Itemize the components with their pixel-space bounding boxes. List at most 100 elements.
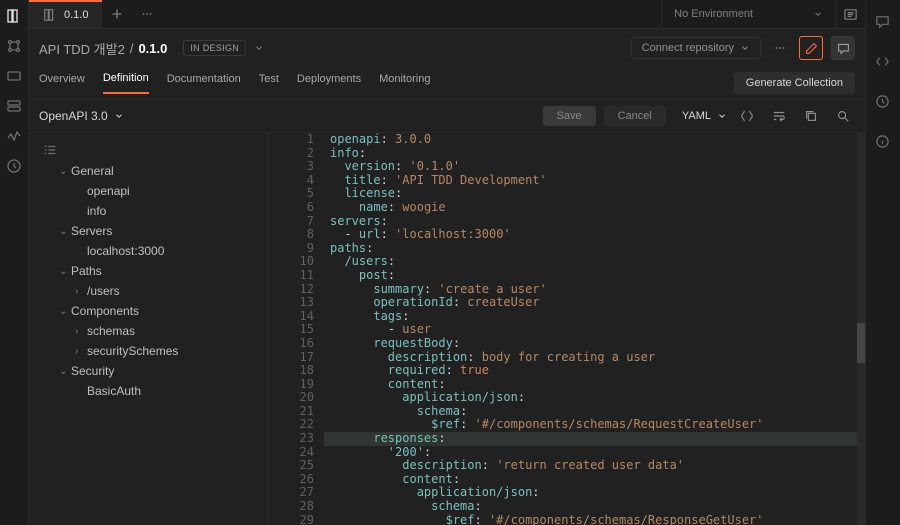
- outline-item[interactable]: ›schemas: [29, 321, 268, 341]
- outline-item[interactable]: ›/users: [29, 281, 268, 301]
- code-line[interactable]: operationId: createUser: [324, 296, 857, 310]
- outline-item[interactable]: BasicAuth: [29, 381, 268, 401]
- code-line[interactable]: required: true: [324, 364, 857, 378]
- code-line[interactable]: content:: [324, 378, 857, 392]
- search-icon[interactable]: [831, 109, 855, 123]
- code-line[interactable]: title: 'API TDD Development': [324, 174, 857, 188]
- tab-documentation[interactable]: Documentation: [167, 73, 241, 93]
- tab-deployments[interactable]: Deployments: [297, 73, 361, 93]
- chevron-down-icon: [717, 111, 727, 121]
- chevron-down-icon: [813, 9, 823, 19]
- main: 0.1.0 No Environment API TDD 개발2 / 0.1.0…: [29, 0, 865, 525]
- history-icon[interactable]: [6, 158, 22, 174]
- outline-toggle-icon[interactable]: [29, 139, 268, 161]
- outline-item[interactable]: localhost:3000: [29, 241, 268, 261]
- code-line[interactable]: $ref: '#/components/schemas/ResponseGetU…: [324, 514, 857, 525]
- code-panel-icon[interactable]: [875, 54, 891, 70]
- code-line[interactable]: application/json:: [324, 486, 857, 500]
- environment-select[interactable]: No Environment: [661, 0, 835, 28]
- code-editor[interactable]: 1234567891011121314151617181920212223242…: [269, 133, 865, 525]
- cancel-button[interactable]: Cancel: [604, 106, 666, 126]
- outline-item[interactable]: ⌄Components: [29, 301, 268, 321]
- beautify-icon[interactable]: [735, 109, 759, 123]
- scrollbar[interactable]: [857, 133, 865, 525]
- code-line[interactable]: requestBody:: [324, 337, 857, 351]
- code-line[interactable]: openapi: 3.0.0: [324, 133, 857, 147]
- tabbar: 0.1.0 No Environment: [29, 0, 865, 29]
- code-line[interactable]: license:: [324, 187, 857, 201]
- caret-icon: ⌄: [59, 226, 71, 237]
- copy-icon[interactable]: [799, 109, 823, 123]
- code-line[interactable]: description: body for creating a user: [324, 351, 857, 365]
- new-tab-button[interactable]: [102, 0, 132, 28]
- code-line[interactable]: version: '0.1.0': [324, 160, 857, 174]
- editor-toolbar: OpenAPI 3.0 Save Cancel YAML: [29, 99, 865, 133]
- code-line[interactable]: post:: [324, 269, 857, 283]
- environment-quicklook-button[interactable]: [835, 0, 865, 28]
- code-line[interactable]: responses:: [324, 432, 857, 446]
- tab-monitoring[interactable]: Monitoring: [379, 73, 430, 93]
- chevron-down-icon[interactable]: [254, 43, 264, 53]
- apis-icon[interactable]: [6, 38, 22, 54]
- code-line[interactable]: /users:: [324, 255, 857, 269]
- outline-item[interactable]: openapi: [29, 181, 268, 201]
- caret-icon: ⌄: [59, 366, 71, 377]
- mock-servers-icon[interactable]: [6, 98, 22, 114]
- code-line[interactable]: servers:: [324, 215, 857, 229]
- breadcrumb-parent[interactable]: API TDD 개발2: [39, 39, 125, 58]
- schema-select[interactable]: OpenAPI 3.0: [39, 109, 124, 123]
- code-line[interactable]: paths:: [324, 242, 857, 256]
- breadcrumb: API TDD 개발2 / 0.1.0: [39, 39, 167, 58]
- code-line[interactable]: name: woogie: [324, 201, 857, 215]
- code-line[interactable]: $ref: '#/components/schemas/RequestCreat…: [324, 418, 857, 432]
- outline-panel: ⌄Generalopenapiinfo⌄Serverslocalhost:300…: [29, 133, 269, 525]
- changelog-icon[interactable]: [875, 94, 891, 110]
- tab-overview[interactable]: Overview: [39, 73, 85, 93]
- code-line[interactable]: - url: 'localhost:3000': [324, 228, 857, 242]
- outline-item[interactable]: ⌄Servers: [29, 221, 268, 241]
- chevron-down-icon: [740, 43, 750, 53]
- header: API TDD 개발2 / 0.1.0 IN DESIGN Connect re…: [29, 29, 865, 67]
- code-line[interactable]: application/json:: [324, 391, 857, 405]
- caret-icon: ⌄: [59, 166, 71, 177]
- code-line[interactable]: schema:: [324, 500, 857, 514]
- wrap-icon[interactable]: [767, 109, 791, 123]
- comments-panel-icon[interactable]: [875, 14, 891, 30]
- outline-item[interactable]: ⌄Security: [29, 361, 268, 381]
- caret-icon: ⌄: [59, 306, 71, 317]
- language-select[interactable]: YAML: [682, 110, 727, 122]
- right-rail: [865, 0, 900, 525]
- tab-active[interactable]: 0.1.0: [29, 0, 102, 28]
- code-line[interactable]: tags:: [324, 310, 857, 324]
- generate-collection-button[interactable]: Generate Collection: [734, 72, 855, 94]
- collections-icon[interactable]: [6, 8, 22, 24]
- tab-more-button[interactable]: [132, 0, 162, 28]
- scrollbar-thumb[interactable]: [857, 323, 865, 363]
- save-button[interactable]: Save: [543, 106, 596, 126]
- code-line[interactable]: content:: [324, 473, 857, 487]
- outline-item[interactable]: info: [29, 201, 268, 221]
- left-rail: [0, 0, 29, 525]
- code-line[interactable]: - user: [324, 323, 857, 337]
- outline-item[interactable]: ›securitySchemes: [29, 341, 268, 361]
- monitors-icon[interactable]: [6, 128, 22, 144]
- environments-icon[interactable]: [6, 68, 22, 84]
- nav-tabs: Overview Definition Documentation Test Deplo…: [29, 67, 865, 99]
- info-panel-icon[interactable]: [875, 134, 891, 150]
- code-line[interactable]: description: 'return created user data': [324, 459, 857, 473]
- code-line[interactable]: info:: [324, 147, 857, 161]
- chevron-down-icon: [114, 111, 124, 121]
- connect-repository-button[interactable]: Connect repository: [631, 37, 761, 59]
- outline-item[interactable]: ⌄Paths: [29, 261, 268, 281]
- tab-test[interactable]: Test: [259, 73, 279, 93]
- tab-definition[interactable]: Definition: [103, 72, 149, 94]
- comments-button[interactable]: [831, 36, 855, 60]
- caret-icon: ›: [75, 326, 87, 337]
- workspace: ⌄Generalopenapiinfo⌄Serverslocalhost:300…: [29, 133, 865, 525]
- edit-button[interactable]: [799, 36, 823, 60]
- header-more-button[interactable]: [769, 37, 791, 59]
- code-line[interactable]: '200':: [324, 446, 857, 460]
- code-line[interactable]: summary: 'create a user': [324, 283, 857, 297]
- code-line[interactable]: schema:: [324, 405, 857, 419]
- outline-item[interactable]: ⌄General: [29, 161, 268, 181]
